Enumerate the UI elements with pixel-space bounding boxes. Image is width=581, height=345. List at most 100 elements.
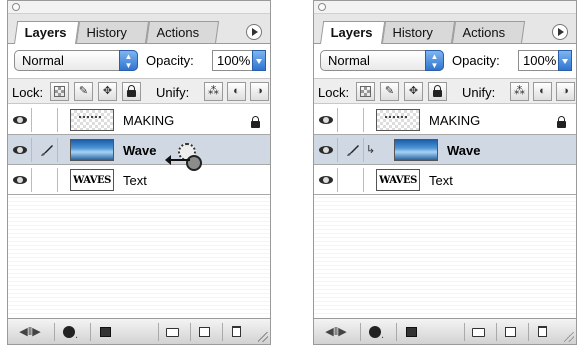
lock-position-button[interactable]: ✥ — [98, 82, 117, 101]
panel-tabs: Layers History Actions — [14, 21, 264, 44]
tab-history[interactable]: History — [382, 21, 456, 43]
tab-actions[interactable]: Actions — [146, 21, 220, 43]
unify-position-button[interactable]: ⁂ — [204, 82, 223, 101]
blend-mode-select[interactable]: Normal ▲ ▼ — [320, 50, 444, 71]
panel-titlebar[interactable] — [8, 1, 270, 14]
layer-thumbnail: WAVES — [376, 169, 420, 191]
lock-pixels-button[interactable]: ✎ — [74, 82, 93, 101]
new-layer-button[interactable] — [496, 323, 524, 341]
opacity-label: Opacity: — [146, 53, 194, 68]
blend-mode-stepper-icon[interactable]: ▲ ▼ — [119, 50, 138, 71]
visibility-toggle[interactable] — [10, 108, 32, 132]
delete-layer-button[interactable] — [222, 323, 250, 341]
delete-layer-button[interactable] — [528, 323, 556, 341]
layer-name[interactable]: Text — [123, 173, 147, 188]
layer-thumbnail — [70, 109, 114, 131]
layer-row[interactable]: MAKING — [8, 105, 270, 135]
adjustment-button[interactable]: . — [54, 323, 86, 341]
tab-layers[interactable]: Layers — [14, 21, 80, 44]
unify-label: Unify: — [462, 85, 496, 100]
mask-icon — [406, 327, 417, 337]
unify-position-button[interactable]: ⁂ — [510, 82, 529, 101]
visibility-toggle[interactable] — [316, 138, 338, 162]
visibility-toggle[interactable] — [10, 138, 32, 162]
tab-history[interactable]: History — [76, 21, 150, 43]
adjustment-button[interactable]: . — [360, 323, 392, 341]
panel-menu-arrow-icon[interactable] — [246, 24, 262, 40]
resize-grip-icon[interactable] — [258, 332, 268, 342]
unify-style-button[interactable]: ◑ — [556, 82, 575, 101]
panel-footer: ◀‖▶ . — [314, 318, 576, 344]
layer-row[interactable]: MAKING — [314, 105, 576, 135]
layer-lock-icon — [251, 114, 260, 133]
layer-name[interactable]: Wave — [447, 143, 480, 158]
layer-name[interactable]: MAKING — [429, 113, 480, 128]
mask-icon — [100, 327, 111, 337]
opacity-field[interactable]: 100% — [518, 50, 572, 71]
panel-menu-arrow-icon[interactable] — [552, 24, 568, 40]
visibility-toggle[interactable] — [10, 168, 32, 192]
panel-close-icon[interactable] — [12, 3, 20, 11]
lock-position-button[interactable]: ✥ — [404, 82, 423, 101]
lock-icon — [127, 85, 136, 97]
brush-icon — [347, 145, 359, 156]
visibility-toggle[interactable] — [316, 108, 338, 132]
link-toggle[interactable] — [342, 138, 364, 162]
eye-icon — [319, 116, 333, 124]
lock-all-button[interactable] — [122, 82, 141, 101]
panel-titlebar[interactable] — [314, 1, 576, 14]
blend-mode-select[interactable]: Normal ▲ ▼ — [14, 50, 138, 71]
eye-icon — [319, 146, 333, 154]
layer-style-arrows-icon[interactable]: ◀‖▶ — [320, 323, 352, 341]
checker-icon — [54, 86, 65, 97]
link-toggle[interactable] — [36, 108, 58, 132]
drag-arrow-icon — [165, 155, 190, 165]
new-group-button[interactable] — [464, 323, 492, 341]
layer-name[interactable]: Wave — [123, 143, 156, 158]
layer-row[interactable]: WAVES Text — [8, 165, 270, 195]
tab-layers[interactable]: Layers — [320, 21, 386, 44]
add-mask-button[interactable] — [396, 323, 426, 341]
lock-unify-row: Lock: ✎ ✥ Unify: ⁂ ◐ ◑ — [314, 78, 576, 104]
folder-icon — [166, 328, 179, 337]
new-layer-button[interactable] — [190, 323, 218, 341]
eye-icon — [13, 116, 27, 124]
tab-actions[interactable]: Actions — [452, 21, 526, 43]
lock-transparency-button[interactable] — [50, 82, 69, 101]
link-toggle[interactable] — [36, 168, 58, 192]
unify-style-button[interactable]: ◑ — [250, 82, 269, 101]
layers-list: MAKING ↳ Wave WAVES Text — [314, 105, 576, 316]
opacity-label: Opacity: — [452, 53, 500, 68]
lock-label: Lock: — [12, 85, 44, 100]
layer-row[interactable]: WAVES Text — [314, 165, 576, 195]
link-toggle[interactable] — [342, 168, 364, 192]
layer-row[interactable]: Wave — [8, 135, 270, 165]
trash-icon — [232, 326, 241, 337]
opacity-dropdown-icon[interactable] — [558, 50, 572, 71]
panel-close-icon[interactable] — [318, 3, 326, 11]
resize-grip-icon[interactable] — [564, 332, 574, 342]
adjustment-icon — [62, 326, 75, 338]
link-toggle[interactable] — [342, 108, 364, 132]
unify-label: Unify: — [156, 85, 190, 100]
layer-style-arrows-icon[interactable]: ◀‖▶ — [14, 323, 46, 341]
opacity-dropdown-icon[interactable] — [252, 50, 266, 71]
adjustment-icon — [368, 326, 381, 338]
add-mask-button[interactable] — [90, 323, 120, 341]
opacity-field[interactable]: 100% — [212, 50, 266, 71]
link-toggle[interactable] — [36, 138, 58, 162]
layers-panel-before: Layers History Actions Normal ▲ ▼ Opacity… — [7, 0, 271, 345]
new-group-button[interactable] — [158, 323, 186, 341]
checker-icon — [360, 86, 371, 97]
unify-visibility-button[interactable]: ◐ — [533, 82, 552, 101]
lock-pixels-button[interactable]: ✎ — [380, 82, 399, 101]
lock-all-button[interactable] — [428, 82, 447, 101]
lock-transparency-button[interactable] — [356, 82, 375, 101]
layer-name[interactable]: Text — [429, 173, 453, 188]
layer-row[interactable]: ↳ Wave — [314, 135, 576, 165]
layer-name[interactable]: MAKING — [123, 113, 174, 128]
blend-mode-stepper-icon[interactable]: ▲ ▼ — [425, 50, 444, 71]
unify-visibility-button[interactable]: ◐ — [227, 82, 246, 101]
eye-icon — [319, 176, 333, 184]
visibility-toggle[interactable] — [316, 168, 338, 192]
